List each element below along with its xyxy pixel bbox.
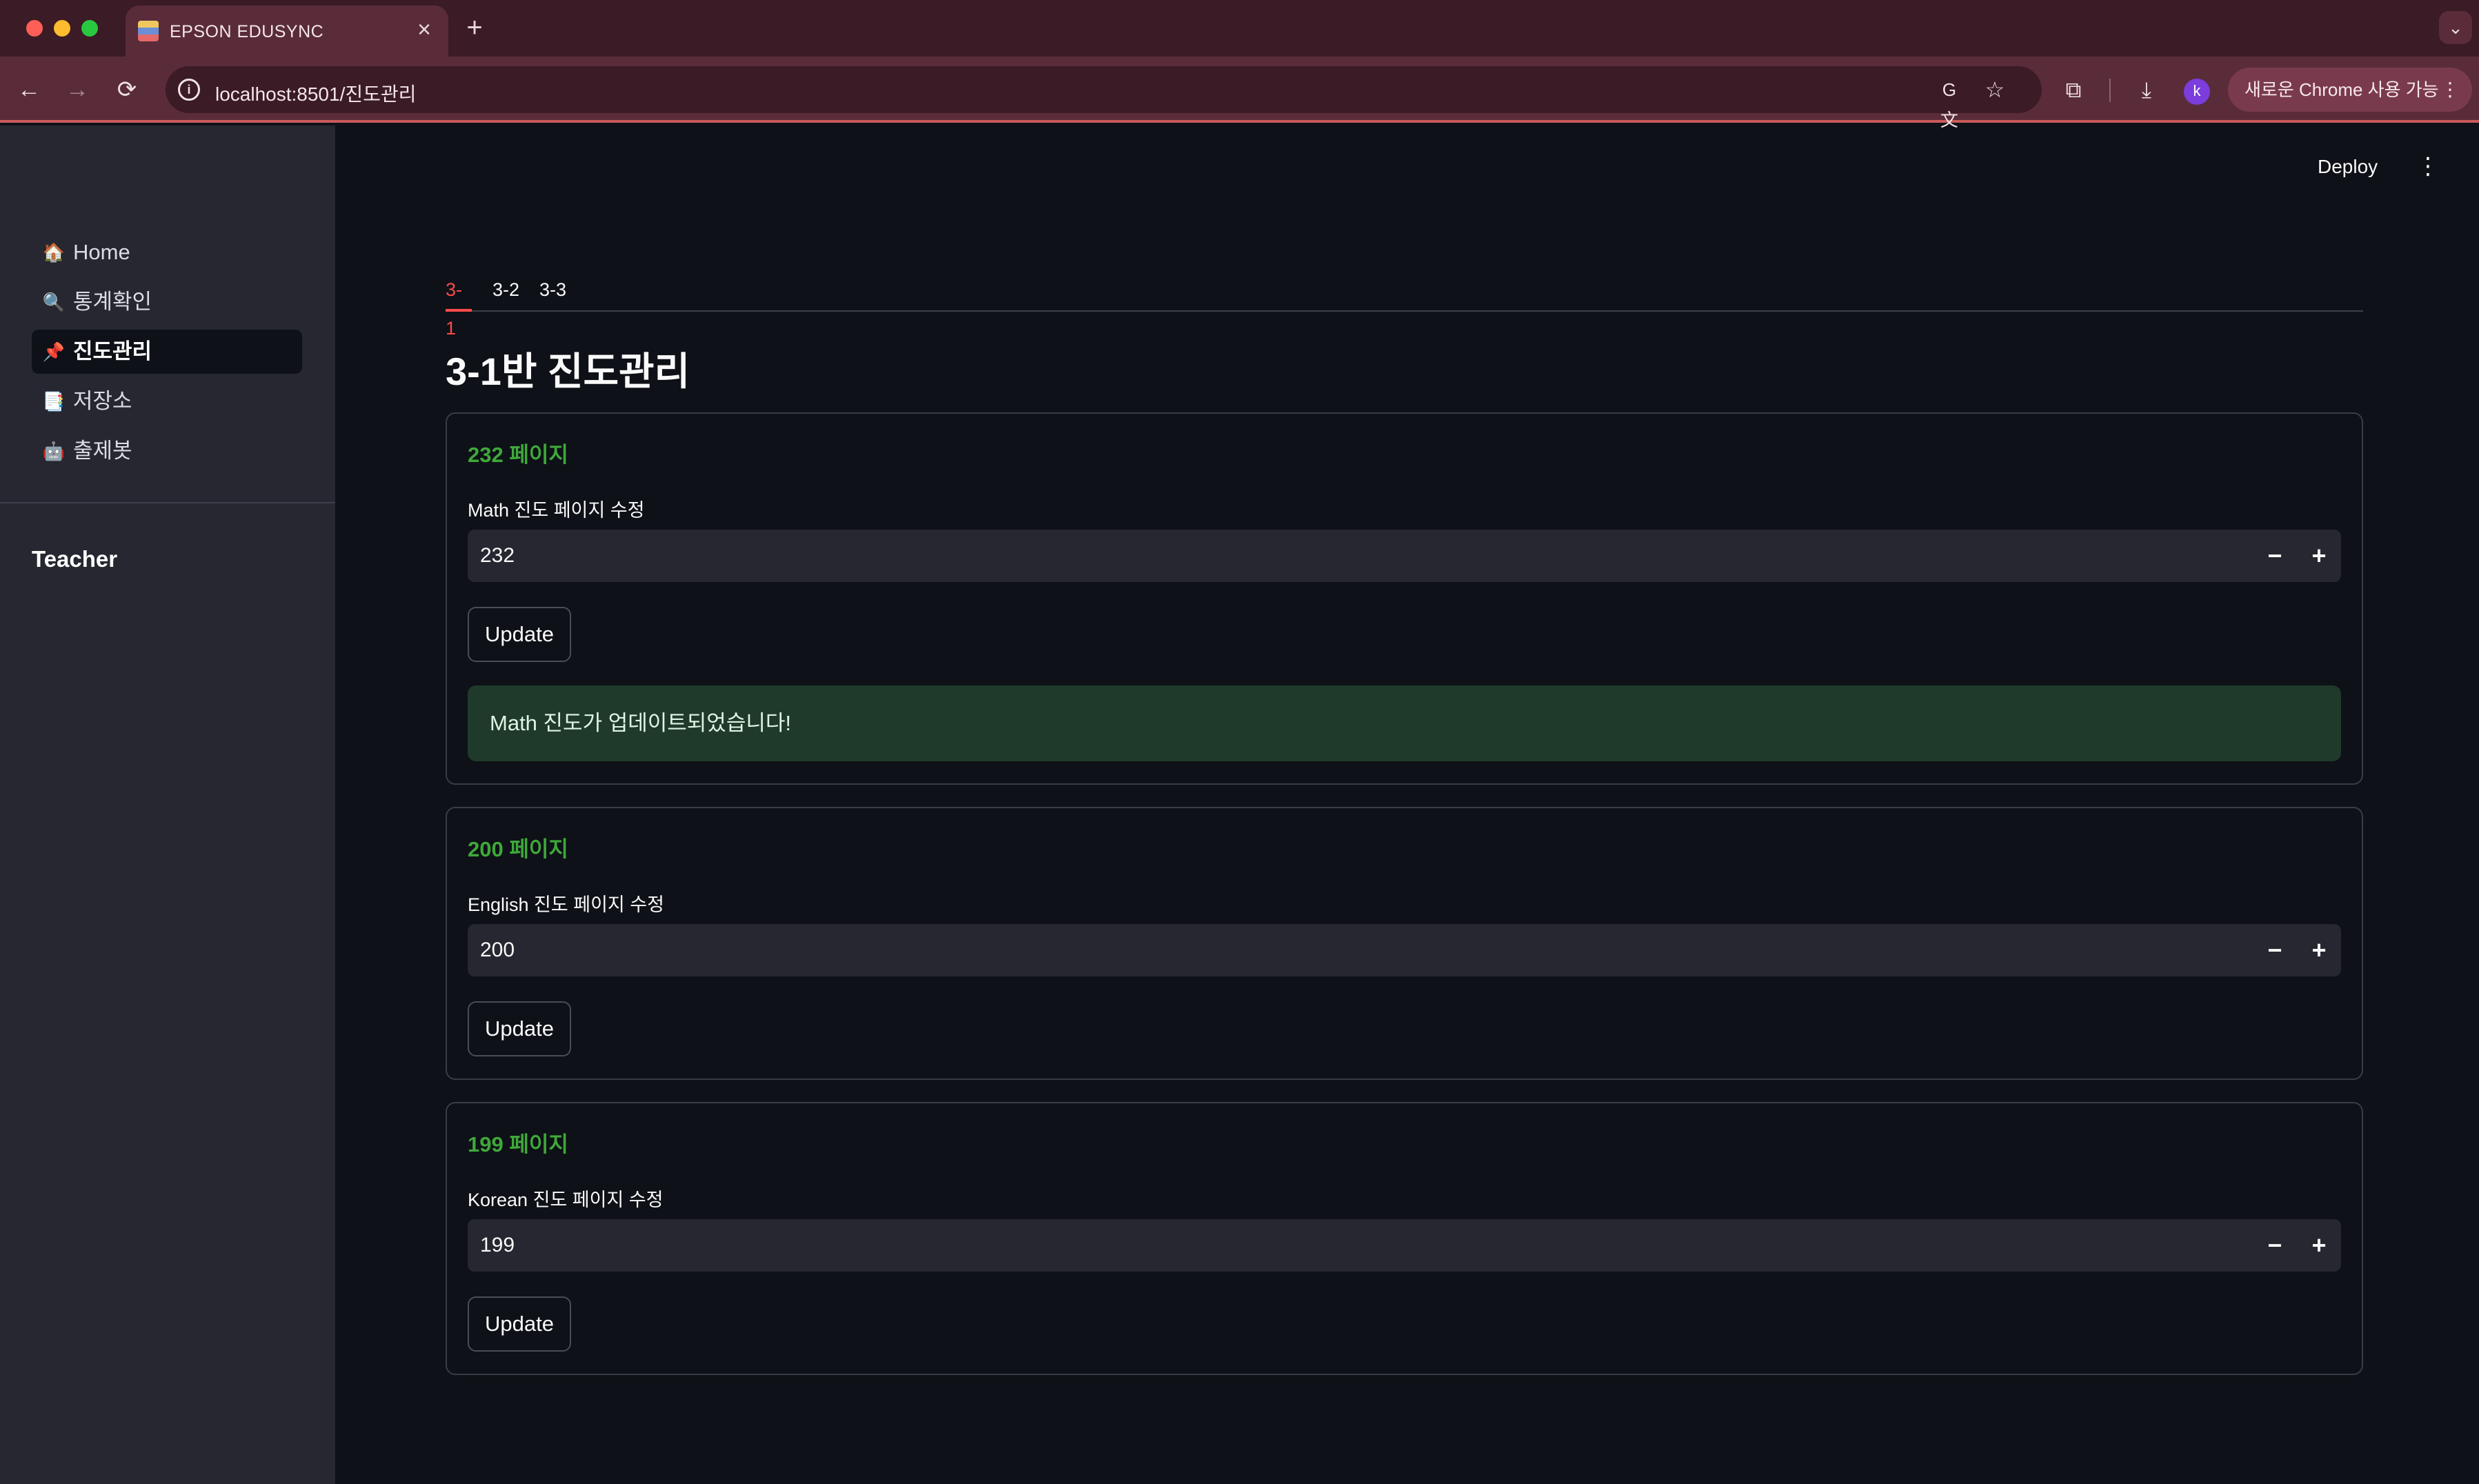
window-close-control[interactable] (26, 20, 43, 37)
profile-avatar[interactable]: k (2184, 79, 2210, 105)
english-field-label: English 진도 페이지 수정 (468, 894, 664, 915)
english-progress-card: 200 페이지 English 진도 페이지 수정 200 − + Update (446, 807, 2363, 1080)
math-field-label: Math 진도 페이지 수정 (468, 500, 645, 521)
sidebar-item-storage[interactable]: 📑 저장소 (32, 379, 302, 423)
window-minimize-control[interactable] (54, 20, 70, 37)
robot-icon: 🤖 (42, 441, 66, 461)
extensions-puzzle-icon[interactable]: ⧉ (2058, 74, 2089, 105)
page-title: 3-1반 진도관리 (446, 350, 690, 393)
korean-update-button[interactable]: Update (468, 1296, 571, 1352)
back-arrow-icon[interactable]: ← (14, 74, 44, 105)
bookmark-tabs-icon: 📑 (42, 391, 66, 412)
house-icon: 🏠 (42, 242, 66, 263)
sidebar-item-label: 진도관리 (73, 339, 152, 363)
tab-search-chevron-icon[interactable]: ⌄ (2439, 11, 2472, 44)
sidebar-item-label: 통계확인 (73, 290, 152, 314)
browser-tab-active[interactable]: EPSON EDUSYNC × (126, 6, 448, 57)
english-number-input[interactable]: 200 − + (468, 924, 2341, 976)
main-menu-icon[interactable]: ⋮ (2414, 150, 2442, 182)
korean-progress-card: 199 페이지 Korean 진도 페이지 수정 199 − + Update (446, 1102, 2363, 1375)
bookmark-star-icon[interactable]: ☆ (1980, 74, 2010, 105)
math-number-value[interactable]: 232 (480, 530, 515, 582)
more-vert-icon[interactable]: ⋮ (2440, 68, 2460, 112)
success-alert: Math 진도가 업데이트되었습니다! (468, 685, 2341, 761)
korean-field-label: Korean 진도 페이지 수정 (468, 1190, 664, 1210)
english-page-count: 200 페이지 (468, 837, 568, 861)
window-zoom-control[interactable] (81, 20, 98, 37)
sidebar-divider (0, 502, 335, 503)
sidebar-role-label: Teacher (32, 546, 118, 572)
math-page-count: 232 페이지 (468, 443, 568, 467)
tab-3-2[interactable]: 3-2 (492, 270, 519, 312)
address-bar[interactable]: i localhost:8501/진도관리 G文 ☆ (166, 66, 2042, 130)
browser-toolbar: ← → ⟳ i localhost:8501/진도관리 G文 ☆ ⧉ ⤓ k 새… (0, 57, 2479, 130)
chrome-update-button[interactable]: 새로운 Chrome 사용 가능 ⋮ (2228, 68, 2472, 112)
sidebar-item-home[interactable]: 🏠 Home (32, 230, 302, 274)
sidebar-item-quizbot[interactable]: 🤖 출제봇 (32, 429, 302, 473)
pushpin-icon: 📌 (42, 341, 66, 362)
korean-number-value[interactable]: 199 (480, 1219, 515, 1272)
math-update-button[interactable]: Update (468, 607, 571, 662)
toolbar-divider (2109, 79, 2111, 102)
math-progress-card: 232 페이지 Math 진도 페이지 수정 232 − + Update Ma… (446, 412, 2363, 785)
math-number-input[interactable]: 232 − + (468, 530, 2341, 582)
korean-number-input[interactable]: 199 − + (468, 1219, 2341, 1272)
address-bar-url[interactable]: localhost:8501/진도관리 (215, 79, 416, 107)
new-tab-icon[interactable]: + (461, 14, 488, 41)
english-decrement-button[interactable]: − (2254, 930, 2296, 971)
sidebar-item-progress[interactable]: 📌 진도관리 (32, 330, 302, 374)
math-decrement-button[interactable]: − (2254, 535, 2296, 576)
tab-3-3[interactable]: 3-3 (539, 270, 566, 312)
korean-page-count: 199 페이지 (468, 1132, 568, 1156)
math-increment-button[interactable]: + (2298, 535, 2340, 576)
korean-increment-button[interactable]: + (2298, 1225, 2340, 1266)
magnifier-icon: 🔍 (42, 292, 66, 312)
download-icon[interactable]: ⤓ (2131, 74, 2162, 105)
browser-tab-title: EPSON EDUSYNC (170, 22, 324, 41)
tab-3-1[interactable]: 3-1 (446, 270, 472, 339)
browser-tab-bar: EPSON EDUSYNC × + ⌄ (0, 0, 2479, 57)
sidebar-item-statistics[interactable]: 🔍 통계확인 (32, 280, 302, 324)
chrome-update-label: 새로운 Chrome 사용 가능 (2244, 79, 2439, 100)
translate-icon[interactable]: G文 (1934, 74, 1964, 130)
sidebar: 🏠 Home 🔍 통계확인 📌 진도관리 📑 저장소 🤖 출제봇 Teacher (0, 126, 335, 1484)
reload-icon[interactable]: ⟳ (112, 74, 142, 105)
main-content: 3-1 3-2 3-3 3-1반 진도관리 232 페이지 Math 진도 페이… (446, 126, 2363, 1484)
class-tabs: 3-1 3-2 3-3 (446, 270, 2363, 339)
english-number-value[interactable]: 200 (480, 924, 515, 976)
site-info-icon[interactable]: i (178, 79, 200, 101)
tab-close-icon[interactable]: × (412, 18, 436, 41)
favicon-icon (138, 21, 159, 41)
forward-arrow-icon[interactable]: → (62, 74, 92, 105)
english-update-button[interactable]: Update (468, 1001, 571, 1056)
english-increment-button[interactable]: + (2298, 930, 2340, 971)
streamlit-app: 🏠 Home 🔍 통계확인 📌 진도관리 📑 저장소 🤖 출제봇 Teacher… (0, 126, 2479, 1484)
sidebar-item-label: Home (73, 240, 130, 264)
sidebar-item-label: 저장소 (73, 389, 132, 413)
sidebar-item-label: 출제봇 (73, 439, 132, 463)
korean-decrement-button[interactable]: − (2254, 1225, 2296, 1266)
